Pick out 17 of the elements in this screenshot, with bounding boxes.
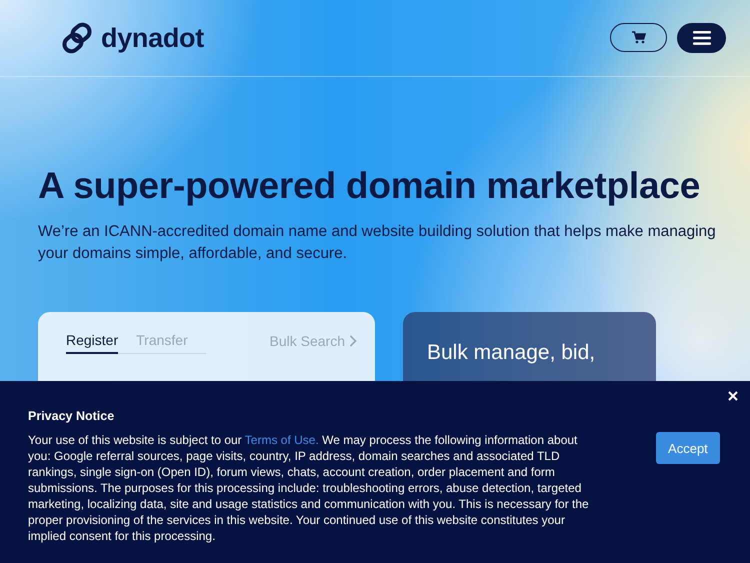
menu-button[interactable] xyxy=(677,23,726,53)
accept-button[interactable]: Accept xyxy=(656,432,720,464)
hero-subtitle: We’re an ICANN-accredited domain name and website building solution that helps make managing your domains simple, affordable, and secure. xyxy=(38,222,717,264)
notice-title: Privacy Notice xyxy=(28,409,116,423)
chevron-icon xyxy=(349,335,357,347)
menu-icon xyxy=(692,31,710,45)
cart-icon xyxy=(632,31,646,44)
search-tab[interactable]: Transfer xyxy=(136,330,188,354)
logo-text: dynadot xyxy=(101,22,204,54)
promo-title: Bulk manage, bid, xyxy=(427,340,596,366)
hero-title: A super-powered domain marketplace xyxy=(38,165,702,207)
notice-text: Your use of this website is subject to our Terms of Use. We may process the following information about you: Google referral sources, page visits, country, IP address, domain searches and associated TLD rankings, single sign-on (Open ID), forum views, chats, account creation, order placement and form submissions. The purposes for this processing include: troubleshooting errors, abuse detection, targeted marketing, localizing data, site and usage statistics and communication with you. This is necessary for the proper provisioning of the services in this website. Your continued use of this website constitutes your implied consent for this processing. xyxy=(28,432,590,544)
terms-link[interactable]: Terms of Use. xyxy=(244,433,319,447)
bulk-search-link[interactable]: Bulk Search xyxy=(270,330,357,349)
search-tab[interactable]: Register xyxy=(66,330,118,354)
logo-icon xyxy=(61,22,93,54)
cart-button[interactable] xyxy=(610,23,667,52)
